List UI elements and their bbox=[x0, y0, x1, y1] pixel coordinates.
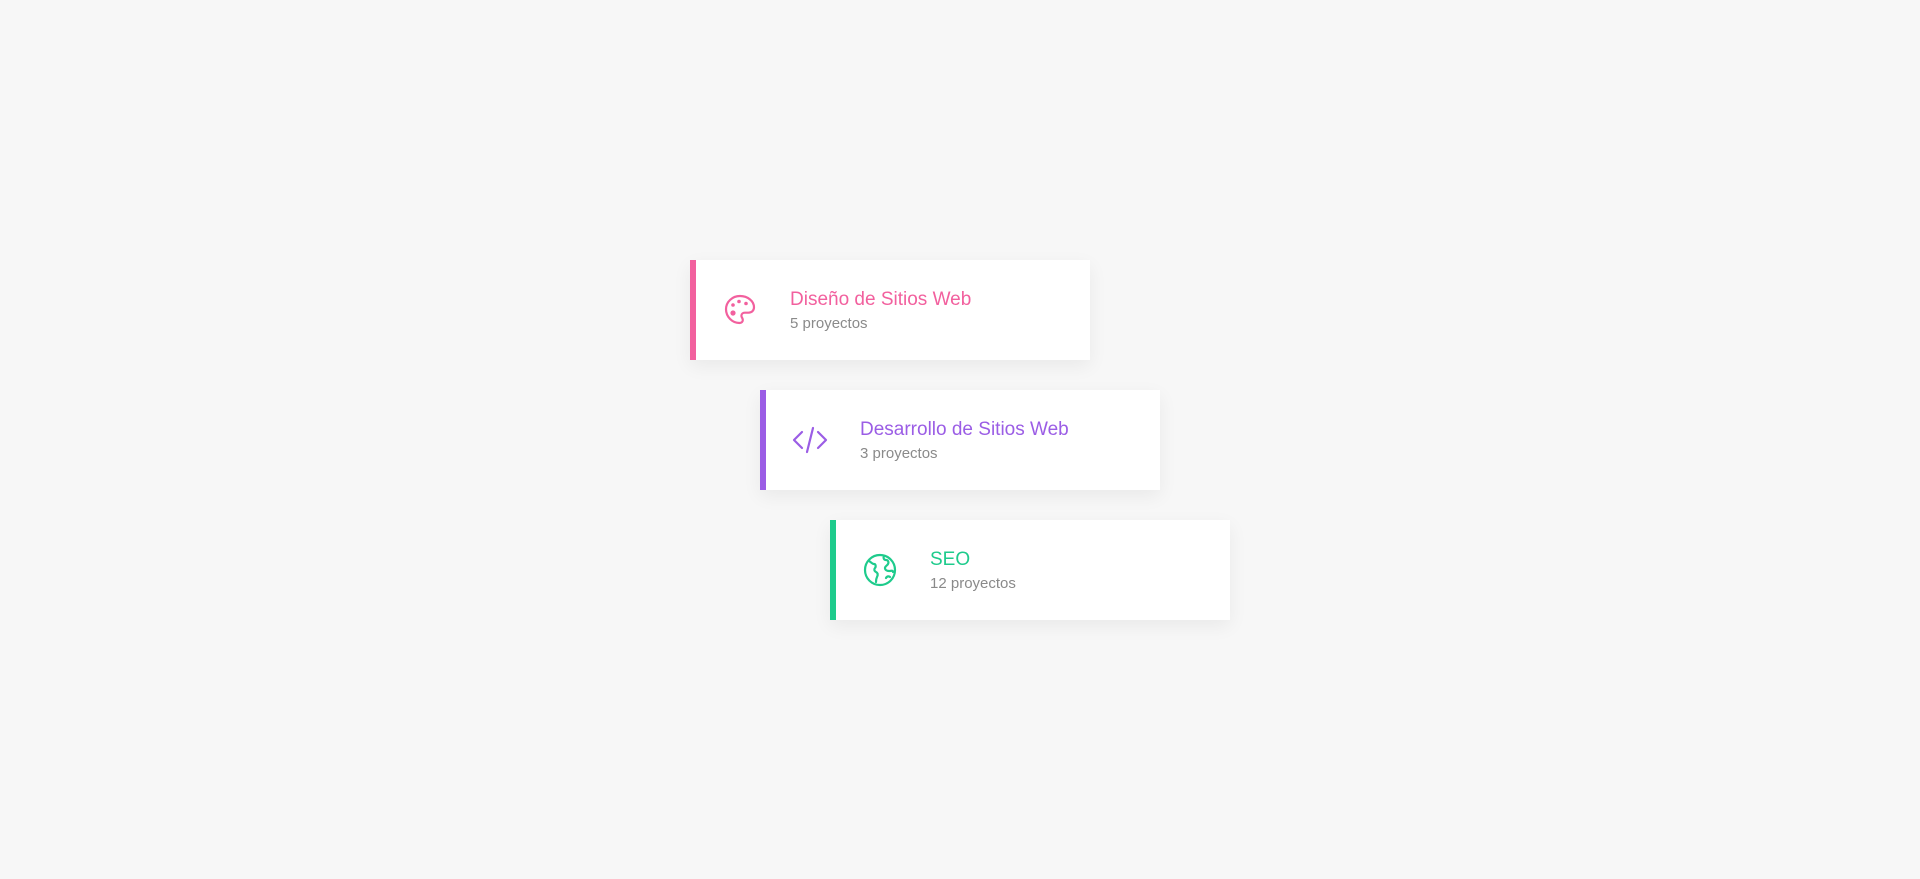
service-card-seo[interactable]: SEO 12 proyectos bbox=[830, 520, 1230, 620]
service-card-web-development[interactable]: Desarrollo de Sitios Web 3 proyectos bbox=[760, 390, 1160, 490]
card-title: Diseño de Sitios Web bbox=[790, 289, 972, 310]
card-project-count: 3 proyectos bbox=[860, 445, 938, 462]
card-accent-bar bbox=[690, 260, 696, 360]
card-title: SEO bbox=[930, 549, 971, 570]
card-project-count: 5 proyectos bbox=[790, 315, 868, 332]
card-accent-bar bbox=[760, 390, 766, 490]
card-title: Desarrollo de Sitios Web bbox=[860, 419, 1069, 440]
card-accent-bar bbox=[830, 520, 836, 620]
globe-icon bbox=[862, 552, 898, 588]
service-card-web-design[interactable]: Diseño de Sitios Web 5 proyectos bbox=[690, 260, 1090, 360]
palette-icon bbox=[722, 292, 758, 328]
card-project-count: 12 proyectos bbox=[930, 575, 1016, 592]
code-icon bbox=[792, 422, 828, 458]
